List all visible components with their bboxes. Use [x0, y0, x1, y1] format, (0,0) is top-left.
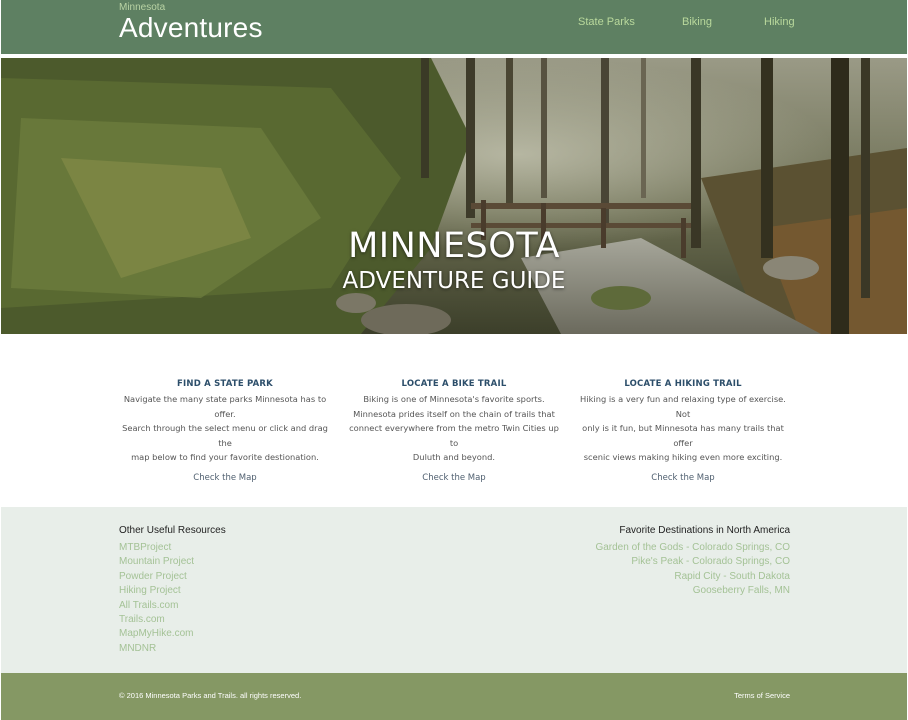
resource-links-list: MTBProject Mountain Project Powder Proje… — [119, 541, 194, 656]
resource-link[interactable]: Powder Project — [119, 570, 194, 584]
feature-description: Biking is one of Minnesota's favorite sp… — [345, 392, 563, 465]
check-map-link[interactable]: Check the Map — [574, 473, 792, 483]
destination-link[interactable]: Pike's Peak - Colorado Springs, CO — [595, 555, 790, 569]
brand-logo-text[interactable]: Adventures — [119, 12, 263, 44]
resource-link[interactable]: MTBProject — [119, 541, 194, 555]
hero-banner: MINNESOTA ADVENTURE GUIDE — [1, 58, 907, 334]
check-map-link[interactable]: Check the Map — [116, 473, 334, 483]
nav-state-parks[interactable]: State Parks — [578, 16, 635, 28]
destination-link[interactable]: Rapid City - South Dakota — [595, 570, 790, 584]
resource-link[interactable]: MNDNR — [119, 642, 194, 656]
copyright-text: © 2016 Minnesota Parks and Trails. all r… — [119, 691, 302, 700]
feature-description: Hiking is a very fun and relaxing type o… — [574, 392, 792, 465]
check-map-link[interactable]: Check the Map — [345, 473, 563, 483]
favorite-destinations-heading: Favorite Destinations in North America — [619, 525, 790, 536]
description-line: scenic views making hiking even more exc… — [583, 452, 783, 462]
feature-title: LOCATE A BIKE TRAIL — [401, 379, 507, 389]
feature-title: LOCATE A HIKING TRAIL — [624, 379, 742, 389]
feature-hiking-trail: LOCATE A HIKING TRAIL Hiking is a very f… — [574, 379, 792, 483]
feature-bike-trail: LOCATE A BIKE TRAIL Biking is one of Min… — [345, 379, 563, 483]
description-line: Hiking is a very fun and relaxing type o… — [580, 394, 786, 419]
resource-link[interactable]: Mountain Project — [119, 555, 194, 569]
resources-section: Other Useful Resources MTBProject Mounta… — [1, 507, 907, 673]
description-line: connect everywhere from the metro Twin C… — [349, 423, 559, 448]
description-line: Duluth and beyond. — [412, 452, 496, 462]
hero-heading: MINNESOTA — [348, 226, 560, 266]
description-line: map below to find your favorite destiona… — [131, 452, 319, 462]
description-line: only is it fun, but Minnesota has many t… — [582, 423, 784, 448]
resource-link[interactable]: MapMyHike.com — [119, 627, 194, 641]
description-line: Biking is one of Minnesota's favorite sp… — [363, 394, 545, 404]
nav-hiking[interactable]: Hiking — [764, 16, 795, 28]
hero-subheading: ADVENTURE GUIDE — [342, 268, 566, 294]
resource-link[interactable]: All Trails.com — [119, 599, 194, 613]
nav-biking[interactable]: Biking — [682, 16, 712, 28]
site-footer: © 2016 Minnesota Parks and Trails. all r… — [1, 673, 907, 720]
description-line: Minnesota prides itself on the chain of … — [353, 408, 555, 419]
other-resources-heading: Other Useful Resources — [119, 525, 226, 536]
destination-link[interactable]: Garden of the Gods - Colorado Springs, C… — [595, 541, 790, 555]
description-line: Search through the select menu or click … — [122, 423, 328, 448]
description-line: Navigate the many state parks Minnesota … — [123, 394, 327, 419]
destination-links-list: Garden of the Gods - Colorado Springs, C… — [595, 541, 790, 599]
feature-state-park: FIND A STATE PARK Navigate the many stat… — [116, 379, 334, 483]
feature-title: FIND A STATE PARK — [177, 379, 273, 389]
terms-of-service-link[interactable]: Terms of Service — [734, 691, 790, 700]
destination-link[interactable]: Gooseberry Falls, MN — [595, 584, 790, 598]
feature-description: Navigate the many state parks Minnesota … — [116, 392, 334, 465]
resource-link[interactable]: Trails.com — [119, 613, 194, 627]
site-header: Minnesota Adventures State Parks Biking … — [1, 0, 907, 56]
resource-link[interactable]: Hiking Project — [119, 584, 194, 598]
